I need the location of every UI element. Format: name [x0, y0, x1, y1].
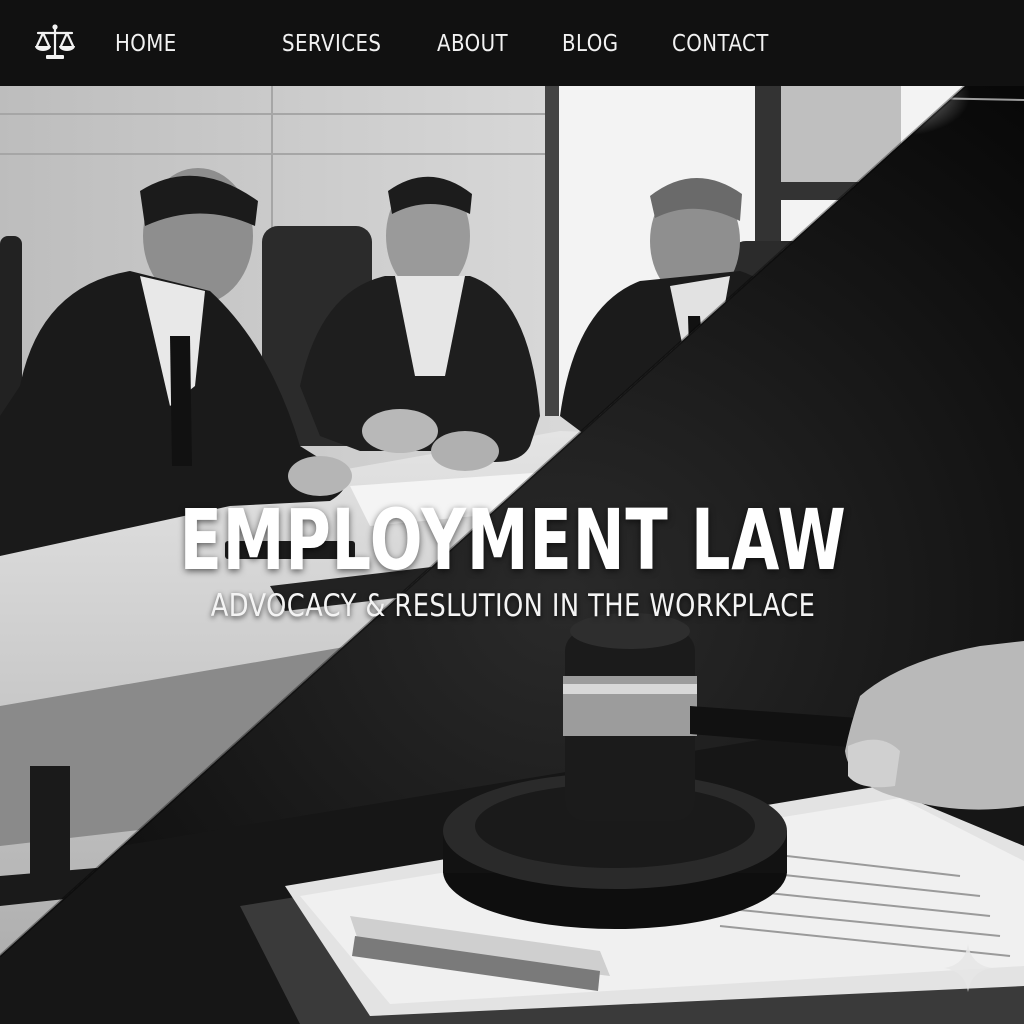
nav-blog[interactable]: BLOG	[562, 30, 619, 58]
top-navigation: HOME SERVICES ABOUT BLOG CONTACT	[0, 0, 1024, 86]
hero-subtitle: ADVOCACY & RESLUTION IN THE WORKPLACE	[210, 588, 816, 624]
nav-contact[interactable]: CONTACT	[672, 30, 769, 58]
scales-of-justice-icon[interactable]	[31, 22, 79, 62]
hero-title: EMPLOYMENT LAW	[179, 491, 847, 589]
nav-about[interactable]: ABOUT	[437, 30, 508, 58]
nav-services[interactable]: SERVICES	[282, 30, 381, 58]
sparkle-icon	[944, 944, 992, 992]
hero-section: EMPLOYMENT LAW ADVOCACY & RESLUTION IN T…	[0, 86, 1024, 1024]
nav-home[interactable]: HOME	[115, 30, 177, 58]
